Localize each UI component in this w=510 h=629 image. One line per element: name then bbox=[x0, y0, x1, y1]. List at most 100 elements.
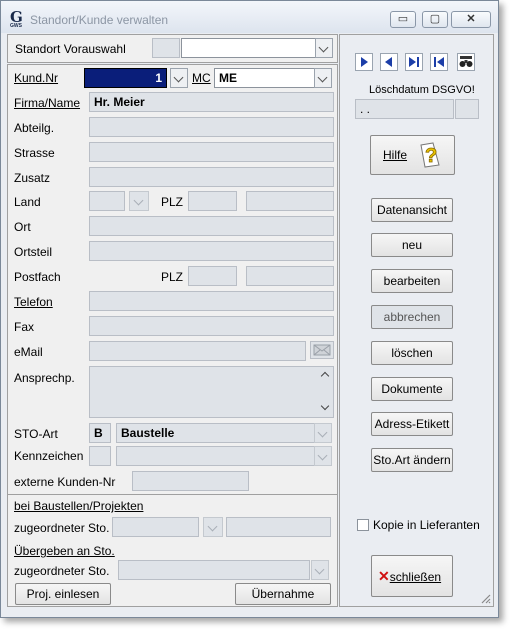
stoart-dropdown-button[interactable] bbox=[314, 423, 332, 443]
first-record-button[interactable] bbox=[430, 53, 448, 71]
skip-end-icon bbox=[409, 57, 419, 67]
postfach-label: Postfach bbox=[14, 270, 61, 284]
zugeordneter1-name-field[interactable] bbox=[226, 517, 331, 537]
strasse-label: Strasse bbox=[14, 146, 55, 160]
standort-dropdown-button[interactable] bbox=[315, 38, 333, 58]
strasse-field[interactable] bbox=[89, 142, 334, 162]
ansprechp-textarea[interactable] bbox=[89, 366, 334, 418]
land-dropdown-button[interactable] bbox=[129, 191, 149, 211]
standort-code-field[interactable] bbox=[152, 38, 180, 58]
zugeordneter1-field[interactable] bbox=[112, 517, 199, 537]
mc-dropdown-button[interactable] bbox=[314, 68, 332, 88]
mc-field[interactable]: ME bbox=[214, 68, 315, 88]
maximize-icon: ▢ bbox=[429, 13, 441, 25]
minimize-button[interactable]: ▭ bbox=[390, 11, 416, 28]
hilfe-button[interactable]: Hilfe ? bbox=[370, 135, 455, 175]
chevron-down-icon bbox=[207, 521, 218, 532]
search-button[interactable] bbox=[457, 53, 475, 71]
chevron-down-icon bbox=[314, 564, 325, 575]
ansprechp-label: Ansprechp. bbox=[14, 371, 75, 385]
scroll-down-icon[interactable] bbox=[320, 401, 330, 411]
loeschdatum-field[interactable]: . . bbox=[355, 99, 454, 119]
standort-label: Standort Vorauswahl bbox=[15, 42, 126, 56]
chevron-down-icon bbox=[317, 72, 328, 83]
loeschdatum-spinner[interactable] bbox=[455, 99, 479, 119]
externe-field[interactable] bbox=[132, 471, 249, 491]
kennzeichen-code-field[interactable] bbox=[89, 446, 111, 466]
ortsteil-field[interactable] bbox=[89, 241, 334, 261]
plz-field[interactable] bbox=[188, 191, 237, 211]
zugeordneter2-dropdown-button[interactable] bbox=[311, 560, 329, 580]
ort-field[interactable] bbox=[89, 216, 334, 236]
back-icon bbox=[385, 57, 392, 67]
kopie-label: Kopie in Lieferanten bbox=[373, 518, 480, 532]
play-icon bbox=[361, 57, 368, 67]
chevron-down-icon bbox=[318, 42, 329, 53]
zusatz-field[interactable] bbox=[89, 167, 334, 187]
last-record-button[interactable] bbox=[405, 53, 423, 71]
loeschen-button[interactable]: löschen bbox=[371, 341, 453, 365]
maximize-button[interactable]: ▢ bbox=[422, 11, 448, 28]
adress-etikett-button[interactable]: Adress-Etikett bbox=[371, 412, 453, 436]
postfach-field[interactable] bbox=[246, 266, 334, 286]
chevron-down-icon bbox=[173, 72, 184, 83]
kennzeichen-select[interactable] bbox=[116, 446, 316, 466]
postfach-plz-field[interactable] bbox=[188, 266, 237, 286]
loeschdatum-label: Löschdatum DSGVO! bbox=[369, 84, 475, 96]
abteilg-field[interactable] bbox=[89, 117, 334, 137]
proj-einlesen-button[interactable]: Proj. einlesen bbox=[15, 583, 111, 605]
next-record-button[interactable] bbox=[355, 53, 373, 71]
ort-label: Ort bbox=[14, 220, 31, 234]
telefon-field[interactable] bbox=[89, 291, 334, 311]
stoart-label: STO-Art bbox=[14, 427, 58, 441]
app-logo-sub: GWS bbox=[10, 23, 22, 29]
previous-record-button[interactable] bbox=[380, 53, 398, 71]
ortsteil-label: Ortsteil bbox=[14, 245, 53, 259]
window-title: Standort/Kunde verwalten bbox=[30, 13, 169, 27]
land-ort-field[interactable] bbox=[246, 191, 334, 211]
stoart-select[interactable]: Baustelle bbox=[116, 423, 316, 443]
mc-label: MC bbox=[192, 71, 211, 85]
kundnr-dropdown-button[interactable] bbox=[170, 68, 188, 88]
stoart-aendern-button[interactable]: Sto.Art ändern bbox=[371, 448, 453, 472]
resize-grip-icon[interactable] bbox=[479, 592, 491, 604]
plz-label: PLZ bbox=[161, 195, 184, 209]
scroll-up-icon[interactable] bbox=[320, 371, 330, 381]
stoart-code-field[interactable]: B bbox=[89, 423, 111, 443]
datenansicht-button[interactable]: Datenansicht bbox=[371, 198, 453, 222]
uebernahme-button[interactable]: Übernahme bbox=[235, 583, 331, 605]
kopie-checkbox[interactable] bbox=[357, 519, 369, 531]
bearbeiten-button[interactable]: bearbeiten bbox=[371, 269, 453, 293]
svg-text:?: ? bbox=[425, 145, 437, 167]
abbrechen-button[interactable]: abbrechen bbox=[371, 305, 453, 329]
land-label: Land bbox=[14, 195, 41, 209]
schliessen-label: schließen bbox=[389, 570, 442, 584]
hilfe-label: Hilfe bbox=[383, 148, 408, 162]
close-button[interactable]: ✕ bbox=[451, 11, 491, 28]
email-field[interactable] bbox=[89, 341, 306, 361]
dokumente-button[interactable]: Dokumente bbox=[371, 377, 453, 401]
kennzeichen-dropdown-button[interactable] bbox=[314, 446, 332, 466]
email-label: eMail bbox=[14, 345, 43, 359]
land-field[interactable] bbox=[89, 191, 125, 211]
main-form-panel: Kund.Nr 1 MC ME Firma/Name Hr. Meier Abt… bbox=[7, 64, 338, 607]
divider bbox=[8, 494, 337, 495]
fax-field[interactable] bbox=[89, 316, 334, 336]
firma-field[interactable]: Hr. Meier bbox=[89, 92, 334, 112]
standort-select[interactable] bbox=[181, 38, 316, 58]
uebergeben-header: Übergeben an Sto. bbox=[14, 544, 115, 558]
zugeordneter1-dropdown-button[interactable] bbox=[203, 517, 223, 537]
firma-label: Firma/Name bbox=[14, 96, 81, 110]
neu-button[interactable]: neu bbox=[371, 233, 453, 257]
binoculars-icon bbox=[459, 56, 473, 67]
zusatz-label: Zusatz bbox=[14, 171, 51, 185]
close-icon: ✕ bbox=[466, 13, 476, 25]
kundnr-field[interactable]: 1 bbox=[84, 68, 167, 88]
title-bar[interactable]: G GWS Standort/Kunde verwalten ▭ ▢ ✕ bbox=[1, 1, 498, 33]
zugeordneter1-label: zugeordneter Sto. bbox=[14, 521, 110, 535]
zugeordneter2-field[interactable] bbox=[118, 560, 310, 580]
ansprechp-scrollbar[interactable] bbox=[319, 367, 333, 417]
kennzeichen-label: Kennzeichen bbox=[14, 449, 84, 463]
envelope-icon[interactable] bbox=[310, 341, 334, 359]
schliessen-button[interactable]: ✕schließen bbox=[371, 555, 453, 597]
